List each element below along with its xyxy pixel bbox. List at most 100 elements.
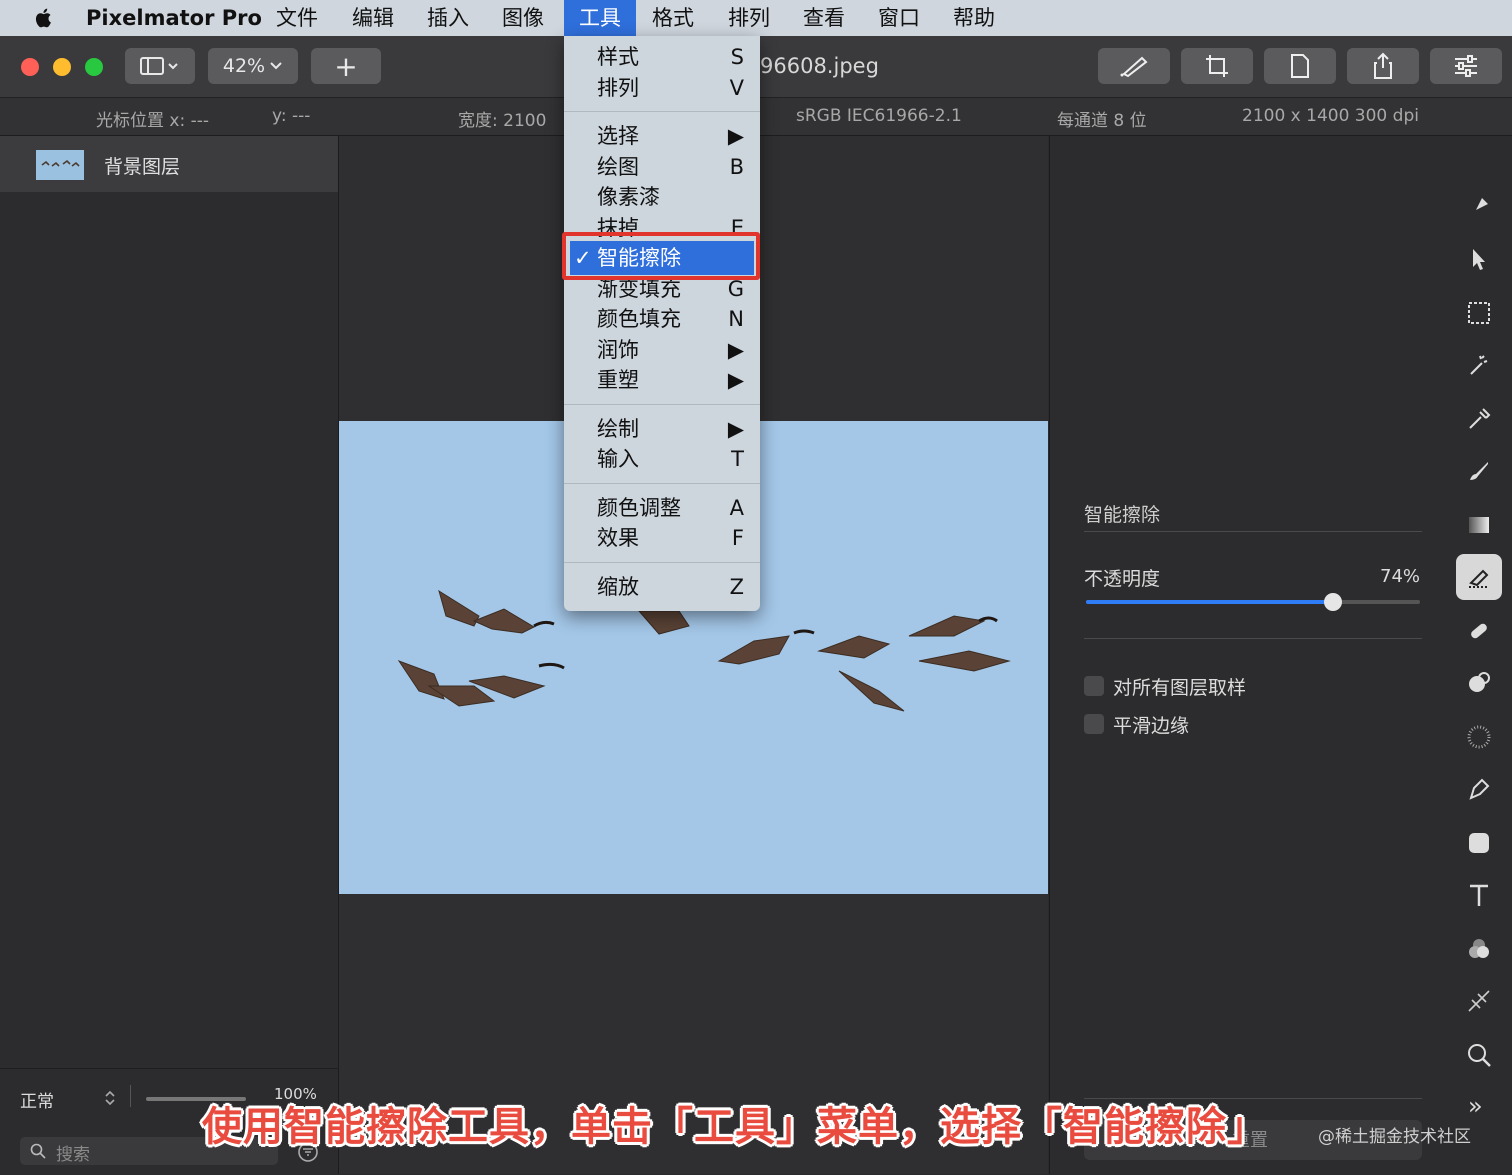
type-icon[interactable] bbox=[1456, 872, 1502, 918]
menu-item-label: 颜色填充 bbox=[597, 307, 681, 331]
sliders-icon bbox=[1455, 55, 1477, 77]
layer-thumbnail bbox=[36, 150, 84, 180]
updown-chevron-icon[interactable] bbox=[104, 1089, 116, 1107]
menu-item-shortcut: A bbox=[729, 495, 744, 520]
share-button[interactable] bbox=[1347, 48, 1419, 84]
crop-button[interactable] bbox=[1181, 48, 1253, 84]
opacity-value: 74% bbox=[1380, 566, 1421, 587]
share-icon bbox=[1374, 52, 1392, 79]
repair-icon[interactable] bbox=[1456, 608, 1502, 654]
menu-item-shortcut: V bbox=[729, 75, 744, 100]
menu-tools[interactable]: 工具 bbox=[564, 0, 636, 36]
menu-item-1-6[interactable]: 颜色填充 N bbox=[564, 304, 760, 334]
blend-mode-select[interactable]: 正常 bbox=[20, 1087, 54, 1112]
menu-item-shortcut: F bbox=[731, 526, 744, 550]
menu-item-4-0[interactable]: 缩放 Z bbox=[564, 572, 760, 602]
opacity-slider-knob[interactable] bbox=[1324, 593, 1343, 611]
document-button[interactable] bbox=[1264, 48, 1336, 84]
menu-item-1-0[interactable]: 选择 ▶ bbox=[564, 121, 760, 151]
layers-panel: 背景图层 正常 100% 搜索 bbox=[0, 136, 339, 1174]
divider bbox=[130, 1085, 131, 1107]
menu-separator bbox=[564, 111, 760, 112]
menu-item-3-1[interactable]: 效果 F bbox=[564, 523, 760, 553]
menu-format[interactable]: 格式 bbox=[652, 0, 694, 36]
menu-item-label: 输入 bbox=[597, 447, 639, 471]
menu-item-0-1[interactable]: 排列 V bbox=[564, 73, 760, 103]
menu-item-0-0[interactable]: 样式 S bbox=[564, 42, 760, 72]
adjustments-button[interactable] bbox=[1430, 48, 1502, 84]
sidebar-toggle-button[interactable] bbox=[125, 48, 195, 84]
menu-image[interactable]: 图像 bbox=[502, 0, 544, 36]
blur-icon[interactable] bbox=[1456, 714, 1502, 760]
menu-item-shortcut: B bbox=[729, 154, 744, 179]
minimize-window-button[interactable] bbox=[53, 58, 71, 76]
rect-select-icon[interactable] bbox=[1456, 290, 1502, 336]
sample-all-layers-checkbox[interactable] bbox=[1084, 676, 1104, 696]
zoom-dropdown[interactable]: 42% bbox=[208, 48, 298, 84]
apple-icon[interactable] bbox=[32, 6, 56, 30]
menu-item-2-0[interactable]: 绘制 ▶ bbox=[564, 414, 760, 444]
highlight-outline bbox=[562, 232, 760, 280]
search-placeholder: 搜索 bbox=[56, 1145, 90, 1165]
clone-icon[interactable] bbox=[1456, 660, 1502, 706]
layer-name: 背景图层 bbox=[104, 156, 181, 178]
document-icon bbox=[1291, 54, 1309, 78]
more-tools-button[interactable]: » bbox=[1468, 1092, 1483, 1120]
menu-item-shortcut: ▶ bbox=[727, 416, 744, 441]
search-icon bbox=[30, 1143, 46, 1159]
menu-item-1-2[interactable]: 像素漆 bbox=[564, 182, 760, 212]
menu-item-shortcut: ▶ bbox=[727, 124, 744, 148]
menu-item-1-7[interactable]: 润饰 ▶ bbox=[564, 335, 760, 365]
cursor-y-readout: y: --- bbox=[272, 106, 311, 126]
shape-icon[interactable] bbox=[1456, 820, 1502, 866]
menu-edit[interactable]: 编辑 bbox=[352, 0, 394, 36]
divider bbox=[1084, 531, 1422, 532]
pen-icon[interactable] bbox=[1456, 766, 1502, 812]
menu-item-label: 像素漆 bbox=[597, 185, 660, 209]
document-title: 96608.jpeg bbox=[760, 54, 879, 78]
menu-item-label: 选择 bbox=[597, 124, 639, 148]
menu-bar: Pixelmator Pro 文件 编辑 插入 图像 工具 格式 排列 查看 窗… bbox=[0, 0, 1512, 36]
color-adjust-icon[interactable] bbox=[1456, 926, 1502, 972]
opacity-slider[interactable] bbox=[1086, 593, 1420, 611]
smooth-edges-checkbox[interactable] bbox=[1084, 714, 1104, 734]
divider bbox=[1084, 638, 1422, 639]
menu-item-1-8[interactable]: 重塑 ▶ bbox=[564, 365, 760, 395]
menu-item-label: 颜色调整 bbox=[597, 495, 681, 520]
menu-item-label: 缩放 bbox=[597, 574, 639, 599]
zoom-icon[interactable] bbox=[1456, 1032, 1502, 1078]
arrange-icon[interactable] bbox=[1456, 236, 1502, 282]
add-button[interactable]: + bbox=[311, 48, 381, 84]
magic-select-icon[interactable] bbox=[1456, 342, 1502, 388]
smart-erase-icon[interactable] bbox=[1456, 554, 1502, 600]
gradient-icon[interactable] bbox=[1456, 502, 1502, 548]
menu-item-label: 绘图 bbox=[597, 154, 639, 179]
menu-window[interactable]: 窗口 bbox=[878, 0, 920, 36]
menu-arrange[interactable]: 排列 bbox=[728, 0, 770, 36]
menu-item-label: 样式 bbox=[597, 45, 639, 69]
menu-item-label: 排列 bbox=[597, 75, 639, 100]
menu-item-1-1[interactable]: 绘图 B bbox=[564, 152, 760, 182]
menu-item-shortcut: N bbox=[728, 307, 744, 331]
app-menu[interactable]: Pixelmator Pro bbox=[86, 0, 262, 36]
opacity-slider-fill bbox=[1086, 600, 1334, 604]
menu-separator bbox=[564, 561, 760, 563]
menu-item-3-0[interactable]: 颜色调整 A bbox=[564, 493, 760, 523]
menu-help[interactable]: 帮助 bbox=[953, 0, 995, 36]
close-window-button[interactable] bbox=[21, 58, 39, 76]
menu-file[interactable]: 文件 bbox=[276, 0, 318, 36]
menu-item-shortcut: ▶ bbox=[727, 368, 744, 392]
menu-insert[interactable]: 插入 bbox=[427, 0, 469, 36]
menu-item-2-1[interactable]: 输入 T bbox=[564, 444, 760, 474]
zoom-window-button[interactable] bbox=[85, 58, 103, 76]
effects-icon[interactable] bbox=[1456, 978, 1502, 1024]
brush-tool-button[interactable] bbox=[1098, 48, 1170, 84]
color-picker-icon[interactable] bbox=[1456, 396, 1502, 442]
tool-name-heading: 智能擦除 bbox=[1084, 504, 1161, 526]
style-icon[interactable] bbox=[1456, 184, 1502, 230]
zoom-value: 42% bbox=[222, 55, 266, 77]
menu-view[interactable]: 查看 bbox=[803, 0, 845, 36]
image-dimensions: 2100 x 1400 300 dpi bbox=[1242, 106, 1419, 126]
layer-item[interactable]: 背景图层 bbox=[0, 136, 338, 192]
paint-icon[interactable] bbox=[1456, 448, 1502, 494]
